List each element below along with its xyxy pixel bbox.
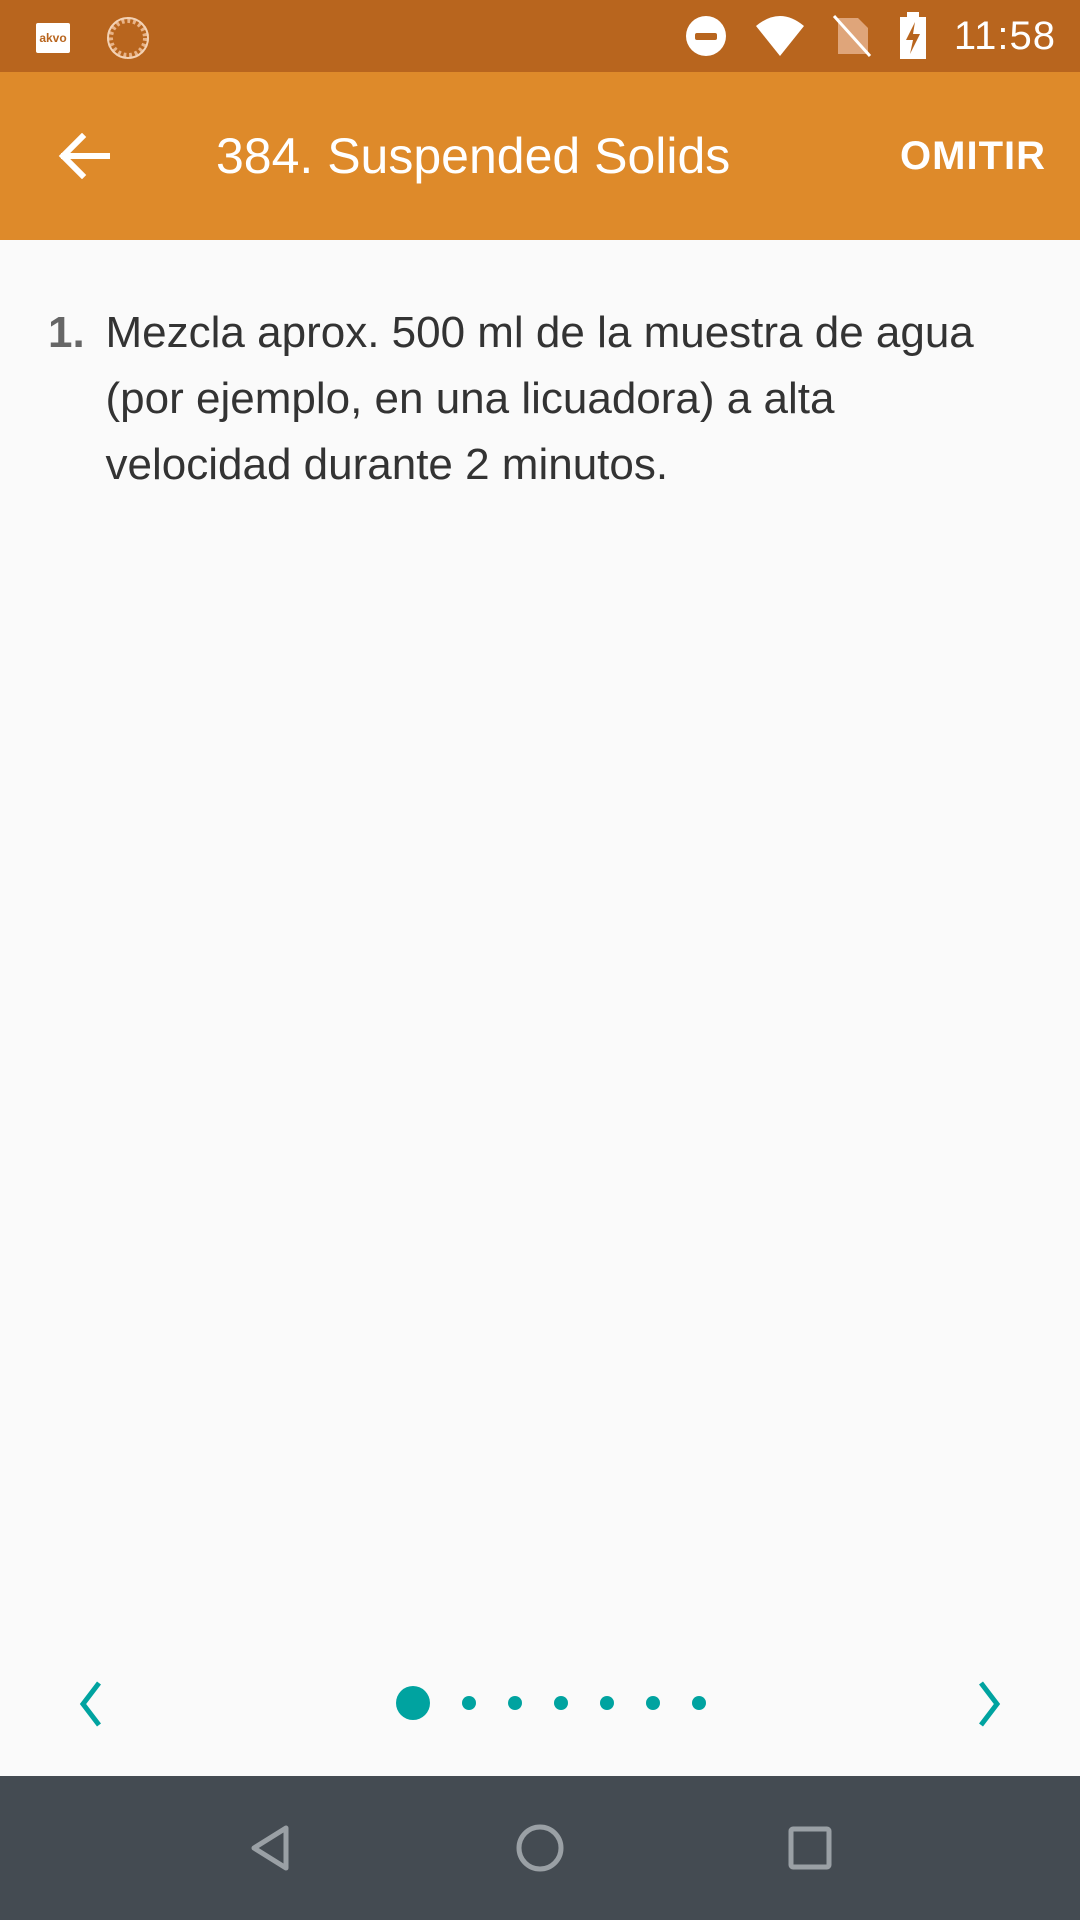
status-bar: akvo 11:58 <box>0 0 1080 72</box>
page-dot-4[interactable] <box>554 1696 568 1710</box>
sync-spinner-icon <box>107 17 149 59</box>
status-time: 11:58 <box>953 13 1056 58</box>
akvo-icon: akvo <box>36 23 70 53</box>
akvo-label: akvo <box>39 31 67 45</box>
arrow-back-icon <box>58 133 110 179</box>
no-sim-icon <box>832 14 871 58</box>
home-circle-icon <box>516 1824 564 1872</box>
back-triangle-icon <box>251 1825 289 1871</box>
previous-button[interactable] <box>52 1666 128 1742</box>
page-indicator <box>0 1666 1080 1742</box>
next-button[interactable] <box>952 1666 1028 1742</box>
page-title: 384. Suspended Solids <box>216 128 731 184</box>
page-dot-1[interactable] <box>396 1686 430 1720</box>
step-number: 1. <box>48 308 85 357</box>
battery-charging-icon <box>899 12 926 59</box>
instruction-list: 1. Mezcla aprox. 500 ml de la muestra de… <box>48 300 1028 498</box>
app-bar: 384. Suspended Solids OMITIR <box>0 72 1080 240</box>
step-text: Mezcla aprox. 500 ml de la muestra de ag… <box>105 308 974 489</box>
page-dot-3[interactable] <box>508 1696 522 1710</box>
page-dots <box>396 1686 706 1720</box>
skip-button[interactable]: OMITIR <box>900 134 1046 179</box>
page-dot-2[interactable] <box>462 1696 476 1710</box>
back-button[interactable] <box>44 116 124 196</box>
page-dot-7[interactable] <box>692 1696 706 1710</box>
recents-square-icon <box>788 1826 832 1870</box>
chevron-right-icon <box>979 1681 1001 1727</box>
page-dot-6[interactable] <box>646 1696 660 1710</box>
do-not-disturb-icon <box>685 16 726 56</box>
system-nav-bar <box>0 1776 1080 1920</box>
wifi-icon <box>755 16 804 56</box>
nav-back-button[interactable] <box>230 1808 310 1888</box>
nav-home-button[interactable] <box>500 1808 580 1888</box>
page-dot-5[interactable] <box>600 1696 614 1710</box>
chevron-left-icon <box>79 1681 101 1727</box>
system-icons: 11:58 <box>684 10 1056 62</box>
nav-recents-button[interactable] <box>770 1808 850 1888</box>
notification-area: akvo <box>36 16 150 60</box>
instruction-step: 1. Mezcla aprox. 500 ml de la muestra de… <box>48 300 1028 498</box>
